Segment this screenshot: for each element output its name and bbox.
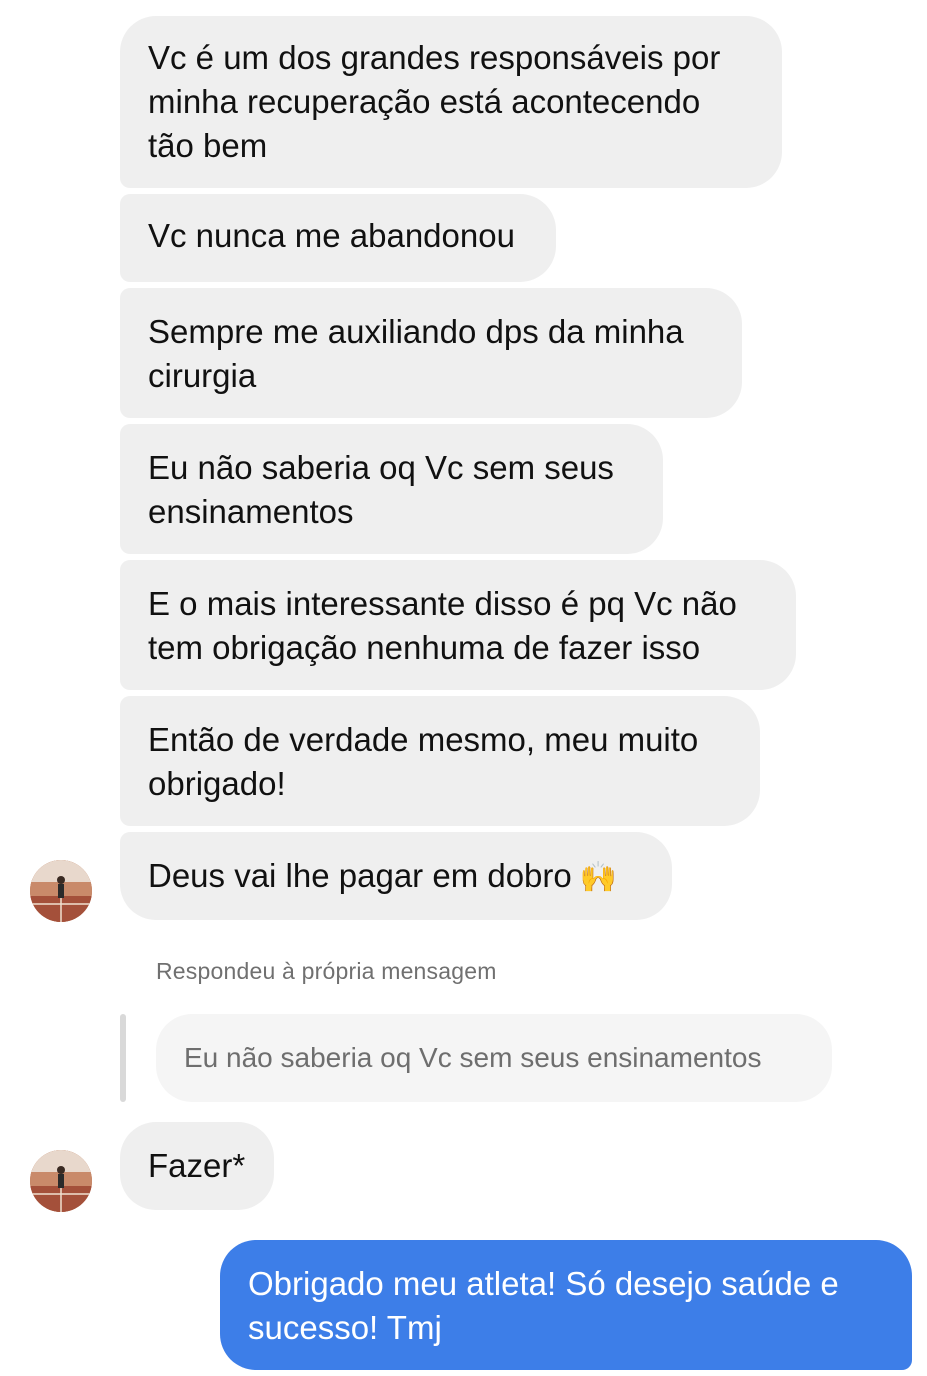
message-text: E o mais interessante disso é pq Vc não …	[148, 585, 737, 666]
quoted-message[interactable]: Eu não saberia oq Vc sem seus ensinament…	[156, 1014, 832, 1102]
message-bubble-incoming[interactable]: Fazer*	[120, 1122, 274, 1210]
message-text: Eu não saberia oq Vc sem seus ensinament…	[148, 449, 614, 530]
reply-indicator-line	[120, 1014, 126, 1102]
message-bubble-incoming[interactable]: Vc é um dos grandes responsáveis por min…	[120, 16, 782, 188]
message-text: Obrigado meu atleta! Só desejo saúde e s…	[248, 1265, 839, 1346]
message-text: Vc nunca me abandonou	[148, 217, 515, 254]
message-bubble-outgoing[interactable]: Obrigado meu atleta! Só desejo saúde e s…	[220, 1240, 912, 1370]
message-text: Fazer*	[148, 1147, 246, 1184]
message-bubble-incoming[interactable]: Sempre me auxiliando dps da minha cirurg…	[120, 288, 742, 418]
message-bubble-incoming[interactable]: Eu não saberia oq Vc sem seus ensinament…	[120, 424, 663, 554]
message-bubble-incoming[interactable]: Deus vai lhe pagar em dobro 🙌	[120, 832, 672, 920]
message-text: Sempre me auxiliando dps da minha cirurg…	[148, 313, 684, 394]
message-bubble-incoming[interactable]: E o mais interessante disso é pq Vc não …	[120, 560, 796, 690]
chat-thread: Vc é um dos grandes responsáveis por min…	[0, 0, 927, 1376]
message-text: Vc é um dos grandes responsáveis por min…	[148, 39, 721, 164]
message-bubble-incoming[interactable]: Vc nunca me abandonou	[120, 194, 556, 282]
message-text: Então de verdade mesmo, meu muito obriga…	[148, 721, 699, 802]
contact-avatar[interactable]	[30, 1150, 92, 1212]
contact-avatar[interactable]	[30, 860, 92, 922]
reply-context-label: Respondeu à própria mensagem	[156, 958, 497, 984]
raising-hands-emoji-icon: 🙌	[579, 861, 618, 895]
message-text: Deus vai lhe pagar em dobro	[148, 857, 572, 894]
message-bubble-incoming[interactable]: Então de verdade mesmo, meu muito obriga…	[120, 696, 760, 826]
avatar-photo-icon	[30, 1150, 92, 1212]
avatar-photo-icon	[30, 860, 92, 922]
